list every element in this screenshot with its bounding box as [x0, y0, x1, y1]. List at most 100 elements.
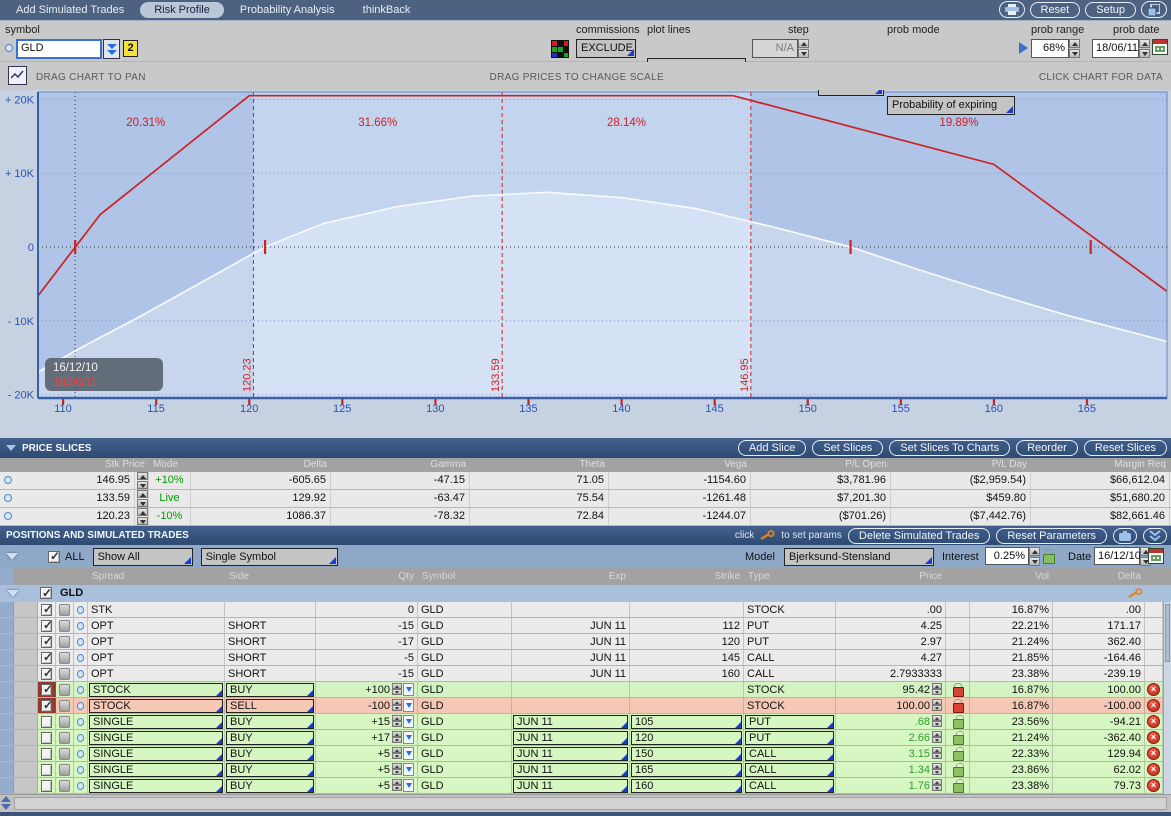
row-qty[interactable]: +5: [377, 763, 390, 777]
row-price[interactable]: 1.76: [909, 779, 930, 793]
row-checkbox[interactable]: [41, 620, 52, 632]
show-all-select[interactable]: Show All: [93, 548, 193, 566]
row-params-button[interactable]: [59, 780, 70, 792]
row-link-indicator[interactable]: [77, 702, 84, 710]
row-link-indicator[interactable]: [77, 734, 84, 742]
slice-price-spinner[interactable]: [135, 490, 149, 507]
bottom-scroll-strip[interactable]: [0, 794, 1171, 812]
date-stepper[interactable]: 16/12/10: [1094, 547, 1151, 565]
price-unlock-icon[interactable]: [953, 763, 963, 776]
risk-chart[interactable]: 120.23133.59146.9520.31%31.66%28.14%19.8…: [0, 90, 1171, 438]
row-spread-select[interactable]: SINGLE: [89, 731, 223, 745]
row-qty-spinner[interactable]: [392, 731, 402, 744]
price-unlock-icon[interactable]: [953, 715, 963, 728]
symbol-dropdown-button[interactable]: [103, 39, 120, 59]
positions-vertical-scrollbar[interactable]: [1163, 602, 1171, 794]
row-price-spinner[interactable]: [932, 747, 942, 760]
row-price[interactable]: 2.66: [909, 731, 930, 745]
chart-style-button[interactable]: [8, 66, 27, 85]
scroll-down-icon[interactable]: [1, 804, 11, 810]
row-strike-select[interactable]: 120: [631, 731, 742, 745]
tab-probability-analysis[interactable]: Probability Analysis: [228, 2, 347, 18]
row-link-indicator[interactable]: [77, 670, 84, 678]
set-slices-to-charts-button[interactable]: Set Slices To Charts: [889, 440, 1010, 456]
price-lock-icon[interactable]: [953, 683, 963, 696]
tab-add-simulated-trades[interactable]: Add Simulated Trades: [4, 2, 136, 18]
reset-slices-button[interactable]: Reset Slices: [1084, 440, 1167, 456]
group-expand-triangle[interactable]: [7, 590, 19, 597]
row-side-select[interactable]: BUY: [226, 731, 314, 745]
row-type-select[interactable]: PUT: [745, 715, 834, 729]
row-price-spinner[interactable]: [932, 699, 942, 712]
all-checkbox[interactable]: [48, 551, 60, 563]
symbol-group-row[interactable]: GLD: [0, 585, 1171, 602]
row-strike-select[interactable]: 165: [631, 763, 742, 777]
detach-button[interactable]: [1141, 1, 1167, 18]
row-price[interactable]: .68: [915, 715, 930, 729]
row-type-select[interactable]: PUT: [745, 731, 834, 745]
prob-mode-select[interactable]: Probability of expiring: [887, 96, 1015, 115]
symbol-input[interactable]: GLD: [16, 39, 102, 59]
setup-button[interactable]: Setup: [1085, 2, 1136, 18]
row-spread-select[interactable]: SINGLE: [89, 715, 223, 729]
row-qty-dropdown[interactable]: [403, 715, 414, 728]
row-price-spinner[interactable]: [932, 779, 942, 792]
row-link-indicator[interactable]: [77, 654, 84, 662]
row-params-button[interactable]: [59, 716, 70, 728]
row-strike-select[interactable]: 160: [631, 779, 742, 793]
risk-profile-plot[interactable]: 120.23133.59146.9520.31%31.66%28.14%19.8…: [0, 90, 1171, 438]
row-exp-select[interactable]: JUN 11: [513, 747, 628, 761]
row-type-select[interactable]: CALL: [745, 779, 834, 793]
symbol-count-badge[interactable]: 2: [123, 40, 138, 57]
row-checkbox[interactable]: [41, 764, 52, 776]
model-select[interactable]: Bjerksund-Stensland: [784, 548, 934, 566]
tab-risk-profile[interactable]: Risk Profile: [140, 2, 224, 18]
row-spread-select[interactable]: STOCK: [89, 699, 223, 713]
row-strike-select[interactable]: 105: [631, 715, 742, 729]
slice-link-indicator[interactable]: [4, 476, 12, 484]
row-exp-select[interactable]: JUN 11: [513, 779, 628, 793]
group-checkbox[interactable]: [40, 587, 52, 599]
print-button[interactable]: [999, 1, 1025, 18]
row-checkbox[interactable]: [41, 684, 52, 696]
slice-stk-price[interactable]: 146.95: [16, 472, 135, 489]
interest-unlock-icon[interactable]: [1043, 549, 1054, 562]
row-qty[interactable]: -100: [368, 699, 390, 713]
single-symbol-select[interactable]: Single Symbol: [201, 548, 338, 566]
row-link-indicator[interactable]: [77, 622, 84, 630]
row-delete-button[interactable]: ×: [1147, 763, 1160, 776]
row-qty[interactable]: +5: [377, 779, 390, 793]
row-link-indicator[interactable]: [77, 718, 84, 726]
row-qty-dropdown[interactable]: [403, 699, 414, 712]
row-qty-spinner[interactable]: [392, 747, 402, 760]
row-delete-button[interactable]: ×: [1147, 715, 1160, 728]
row-checkbox[interactable]: [41, 604, 52, 616]
section-expand-triangle[interactable]: [6, 553, 18, 560]
row-link-indicator[interactable]: [77, 782, 84, 790]
row-params-button[interactable]: [59, 684, 70, 696]
prob-date-stepper[interactable]: 18/06/11: [1092, 39, 1168, 58]
row-spread-select[interactable]: SINGLE: [89, 779, 223, 793]
row-price-spinner[interactable]: [932, 715, 942, 728]
row-qty[interactable]: +100: [365, 683, 390, 697]
portfolio-tools-button[interactable]: [1113, 528, 1137, 544]
row-link-indicator[interactable]: [77, 750, 84, 758]
price-unlock-icon[interactable]: [953, 731, 963, 744]
expand-arrow-icon[interactable]: [1019, 42, 1028, 54]
row-params-button[interactable]: [59, 652, 70, 664]
row-side-select[interactable]: BUY: [226, 747, 314, 761]
row-params-button[interactable]: [59, 604, 70, 616]
row-qty-spinner[interactable]: [392, 763, 402, 776]
row-exp-select[interactable]: JUN 11: [513, 715, 628, 729]
row-price[interactable]: 95.42: [902, 683, 930, 697]
slice-stk-price[interactable]: 120.23: [16, 508, 135, 525]
row-delete-button[interactable]: ×: [1147, 779, 1160, 792]
row-checkbox[interactable]: [41, 700, 52, 712]
date-calendar-icon[interactable]: [1148, 548, 1164, 564]
slice-price-spinner[interactable]: [135, 508, 149, 525]
row-qty[interactable]: +15: [371, 715, 390, 729]
row-spread-select[interactable]: STOCK: [89, 683, 223, 697]
scroll-buttons[interactable]: [1, 796, 11, 810]
row-qty-spinner[interactable]: [392, 683, 402, 696]
row-side-select[interactable]: BUY: [226, 715, 314, 729]
